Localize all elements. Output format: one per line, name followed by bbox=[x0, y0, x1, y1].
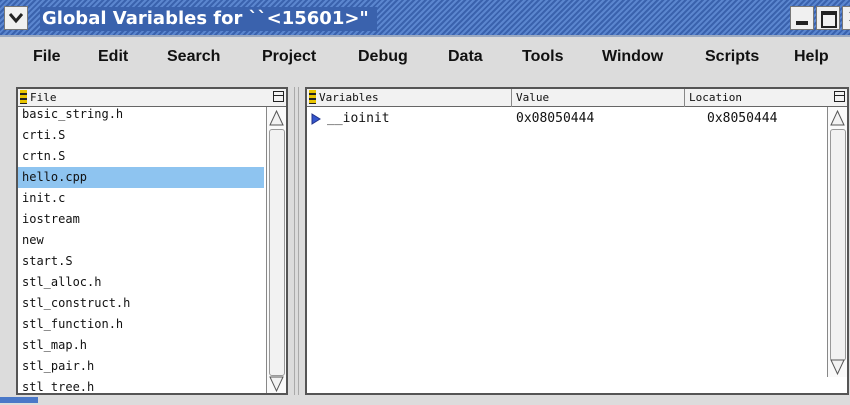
file-item[interactable]: start.S bbox=[18, 251, 264, 272]
variables-header-label[interactable]: Variables bbox=[319, 91, 379, 104]
file-item[interactable]: stl_pair.h bbox=[18, 356, 264, 377]
scroll-down-icon[interactable] bbox=[268, 375, 285, 393]
menu-debug[interactable]: Debug bbox=[358, 48, 408, 66]
menu-bar: File Edit Search Project Debug Data Tool… bbox=[0, 40, 850, 78]
file-item[interactable]: stl_construct.h bbox=[18, 293, 264, 314]
scroll-thumb[interactable] bbox=[269, 129, 285, 376]
file-item[interactable]: stl_function.h bbox=[18, 314, 264, 335]
menu-project[interactable]: Project bbox=[262, 48, 316, 66]
window-title: Global Variables for ``<15601>" bbox=[40, 7, 377, 31]
menu-edit[interactable]: Edit bbox=[98, 48, 128, 66]
title-bar: Global Variables for ``<15601>" ✕ bbox=[0, 0, 850, 37]
scroll-down-icon[interactable] bbox=[829, 358, 846, 376]
file-item[interactable]: stl_alloc.h bbox=[18, 272, 264, 293]
location-header-label[interactable]: Location bbox=[689, 89, 742, 106]
close-button[interactable]: ✕ bbox=[842, 6, 850, 30]
file-column-header[interactable]: File bbox=[18, 89, 286, 107]
pane-splitter[interactable] bbox=[290, 87, 303, 395]
menu-scripts[interactable]: Scripts bbox=[705, 48, 759, 66]
value-header-label[interactable]: Value bbox=[516, 89, 549, 106]
menu-search[interactable]: Search bbox=[167, 48, 220, 66]
variable-location: 0x8050444 bbox=[707, 111, 778, 126]
window-menu-button[interactable] bbox=[4, 6, 28, 30]
file-item[interactable]: init.c bbox=[18, 188, 264, 209]
scroll-up-icon[interactable] bbox=[268, 109, 285, 127]
maximize-button[interactable] bbox=[816, 6, 840, 30]
file-item[interactable]: iostream bbox=[18, 209, 264, 230]
bottom-accent bbox=[0, 397, 38, 403]
expand-triangle-icon[interactable] bbox=[311, 113, 321, 125]
variables-pane: Variables Value Location __ioinit 0x0805… bbox=[305, 87, 849, 395]
chevron-down-icon bbox=[9, 13, 23, 24]
scroll-corner bbox=[827, 377, 847, 393]
column-marker-icon bbox=[309, 90, 316, 104]
variable-name: __ioinit bbox=[327, 111, 390, 126]
file-item[interactable]: stl_map.h bbox=[18, 335, 264, 356]
menu-help[interactable]: Help bbox=[794, 48, 829, 66]
file-item[interactable]: crtn.S bbox=[18, 146, 264, 167]
menu-file[interactable]: File bbox=[33, 48, 61, 66]
column-options-icon[interactable] bbox=[273, 91, 284, 102]
file-item-selected[interactable]: hello.cpp bbox=[18, 167, 264, 188]
variables-table-header: Variables Value Location bbox=[307, 89, 847, 107]
file-header-label: File bbox=[30, 91, 57, 104]
file-list: basic_string.h crti.S crtn.S hello.cpp i… bbox=[18, 107, 266, 393]
minimize-button[interactable] bbox=[790, 6, 814, 30]
menu-data[interactable]: Data bbox=[448, 48, 483, 66]
column-marker-icon bbox=[20, 90, 27, 104]
file-item[interactable]: new bbox=[18, 230, 264, 251]
file-list-pane: File basic_string.h crti.S crtn.S hello.… bbox=[16, 87, 288, 395]
bottom-bar bbox=[0, 397, 850, 405]
file-item[interactable]: basic_string.h bbox=[18, 107, 264, 125]
menu-window[interactable]: Window bbox=[602, 48, 663, 66]
scroll-thumb[interactable] bbox=[830, 129, 846, 361]
column-divider[interactable] bbox=[684, 89, 685, 107]
scroll-up-icon[interactable] bbox=[829, 109, 846, 127]
file-item[interactable]: crti.S bbox=[18, 125, 264, 146]
menu-tools[interactable]: Tools bbox=[522, 48, 563, 66]
column-divider[interactable] bbox=[511, 89, 512, 107]
variables-scrollbar[interactable] bbox=[827, 107, 847, 377]
file-list-scrollbar[interactable] bbox=[266, 107, 286, 393]
file-item[interactable]: stl_tree.h bbox=[18, 377, 264, 393]
column-options-icon[interactable] bbox=[834, 91, 845, 102]
variable-value[interactable]: 0x08050444 bbox=[516, 108, 594, 129]
